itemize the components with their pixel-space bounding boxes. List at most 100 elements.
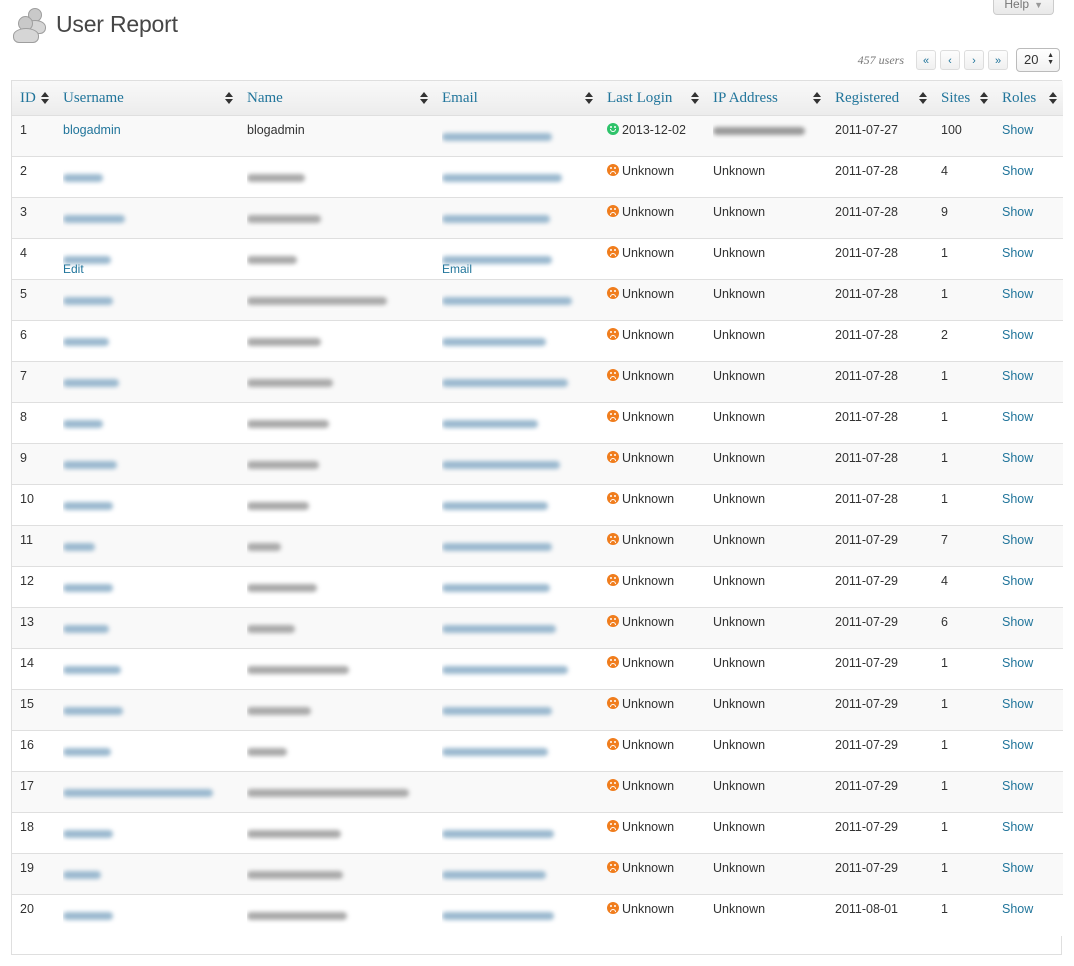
show-roles-link[interactable]: Show <box>1002 451 1033 465</box>
column-header-id[interactable]: ID <box>12 81 55 116</box>
email-link[interactable] <box>442 133 552 141</box>
show-roles-link[interactable]: Show <box>1002 902 1033 916</box>
show-roles-link[interactable]: Show <box>1002 615 1033 629</box>
next-page-button[interactable]: › <box>964 50 984 70</box>
email-link[interactable] <box>442 666 568 674</box>
show-roles-link[interactable]: Show <box>1002 328 1033 342</box>
email-link[interactable] <box>442 215 550 223</box>
username-link[interactable] <box>63 625 109 633</box>
username-link[interactable] <box>63 215 125 223</box>
cell-registered: 2011-07-29 <box>827 566 933 608</box>
cell-username <box>55 812 239 854</box>
email-link[interactable] <box>442 912 554 920</box>
ip-address: Unknown <box>713 164 766 178</box>
column-header-roles[interactable]: Roles <box>994 81 1063 116</box>
email-link[interactable] <box>442 543 552 551</box>
column-header-label: ID <box>20 89 36 106</box>
site-count: 6 <box>941 615 948 629</box>
show-roles-link[interactable]: Show <box>1002 697 1033 711</box>
username-link[interactable] <box>63 748 111 756</box>
username-link[interactable] <box>63 871 101 879</box>
ip-address: Unknown <box>713 492 766 506</box>
email-link[interactable] <box>442 625 556 633</box>
email-link[interactable] <box>442 748 548 756</box>
email-link[interactable] <box>442 461 560 469</box>
ip-address: Unknown <box>713 533 766 547</box>
column-header-registered[interactable]: Registered <box>827 81 933 116</box>
show-roles-link[interactable]: Show <box>1002 533 1033 547</box>
column-header-email[interactable]: Email <box>434 81 599 116</box>
show-roles-link[interactable]: Show <box>1002 861 1033 875</box>
username-link[interactable] <box>63 543 95 551</box>
cell-name <box>239 156 434 198</box>
email-link[interactable] <box>442 420 538 428</box>
cell-id: 8 <box>12 402 55 444</box>
email-link[interactable] <box>442 297 572 305</box>
registered-date: 2011-07-28 <box>835 492 899 506</box>
show-roles-link[interactable]: Show <box>1002 738 1033 752</box>
help-button[interactable]: Help ▼ <box>993 0 1054 15</box>
prev-page-button[interactable]: ‹ <box>940 50 960 70</box>
username-link[interactable] <box>63 830 113 838</box>
column-header-sites[interactable]: Sites <box>933 81 994 116</box>
per-page-select[interactable]: 20 ▲ ▼ <box>1016 48 1060 72</box>
user-id: 1 <box>20 123 27 137</box>
show-roles-link[interactable]: Show <box>1002 369 1033 383</box>
email-link[interactable] <box>442 338 546 346</box>
email-link[interactable] <box>442 871 546 879</box>
user-count: 457 users <box>857 52 904 67</box>
email-link[interactable] <box>442 174 562 182</box>
email-link[interactable] <box>442 379 568 387</box>
show-roles-link[interactable]: Show <box>1002 656 1033 670</box>
column-header-ip-address[interactable]: IP Address <box>705 81 827 116</box>
username-link[interactable] <box>63 379 119 387</box>
show-roles-link[interactable]: Show <box>1002 164 1033 178</box>
show-roles-link[interactable]: Show <box>1002 410 1033 424</box>
cell-roles: Show <box>994 648 1063 690</box>
registered-date: 2011-07-28 <box>835 410 899 424</box>
site-count: 7 <box>941 533 948 547</box>
email-link[interactable] <box>442 707 552 715</box>
first-page-button[interactable]: « <box>916 50 936 70</box>
username-link[interactable] <box>63 707 123 715</box>
show-roles-link[interactable]: Show <box>1002 492 1033 506</box>
user-id: 19 <box>20 861 34 875</box>
username-link[interactable] <box>63 584 113 592</box>
username-link[interactable] <box>63 912 113 920</box>
edit-user-link[interactable]: Edit <box>63 262 84 276</box>
username-link[interactable] <box>63 420 103 428</box>
registered-date: 2011-07-29 <box>835 779 899 793</box>
username-link[interactable] <box>63 174 103 182</box>
show-roles-link[interactable]: Show <box>1002 287 1033 301</box>
email-link[interactable] <box>442 830 554 838</box>
username-link[interactable] <box>63 297 113 305</box>
username-link[interactable] <box>63 502 113 510</box>
username-link[interactable] <box>63 338 109 346</box>
show-roles-link[interactable]: Show <box>1002 779 1033 793</box>
cell-id: 11 <box>12 525 55 567</box>
cell-name <box>239 361 434 403</box>
username-link[interactable]: blogadmin <box>63 123 121 137</box>
sad-face-icon <box>607 533 619 545</box>
cell-registered: 2011-07-28 <box>827 443 933 485</box>
show-roles-link[interactable]: Show <box>1002 123 1033 137</box>
column-header-last-login[interactable]: Last Login <box>599 81 705 116</box>
email-user-link[interactable]: Email <box>442 262 472 276</box>
show-roles-link[interactable]: Show <box>1002 820 1033 834</box>
site-count: 1 <box>941 410 948 424</box>
column-header-username[interactable]: Username <box>55 81 239 116</box>
cell-name <box>239 730 434 772</box>
show-roles-link[interactable]: Show <box>1002 205 1033 219</box>
cell-last-login: Unknown <box>599 279 705 321</box>
cell-registered: 2011-07-28 <box>827 156 933 198</box>
username-link[interactable] <box>63 666 121 674</box>
username-link[interactable] <box>63 461 117 469</box>
show-roles-link[interactable]: Show <box>1002 246 1033 260</box>
username-link[interactable] <box>63 789 213 797</box>
email-link[interactable] <box>442 502 548 510</box>
column-header-name[interactable]: Name <box>239 81 434 116</box>
last-page-button[interactable]: » <box>988 50 1008 70</box>
email-link[interactable] <box>442 584 550 592</box>
show-roles-link[interactable]: Show <box>1002 574 1033 588</box>
cell-name <box>239 443 434 485</box>
